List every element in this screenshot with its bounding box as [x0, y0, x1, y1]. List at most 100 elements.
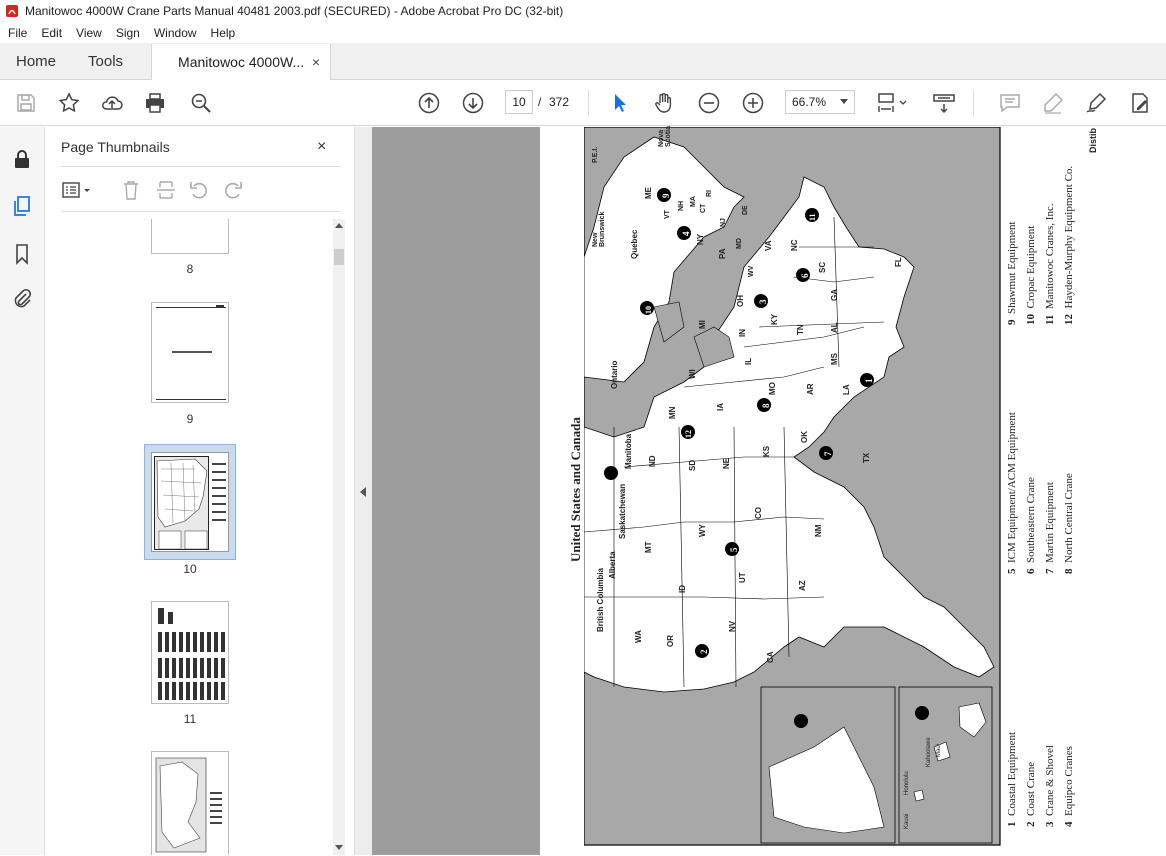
map-marker: 9 — [661, 193, 671, 199]
scrollbar-thumb[interactable] — [334, 249, 344, 265]
scroll-down-icon[interactable] — [335, 845, 343, 850]
delete-page-icon[interactable] — [120, 179, 142, 201]
document-view[interactable]: 1 2 3 4 5 6 7 8 9 10 11 12 United States… — [372, 126, 1166, 855]
state-label: CA — [766, 651, 775, 663]
state-label: RI — [706, 190, 713, 197]
scroll-up-icon[interactable] — [335, 223, 343, 228]
comment-icon[interactable] — [998, 91, 1022, 115]
panel-splitter[interactable] — [355, 127, 372, 855]
map-marker: 5 — [729, 547, 739, 553]
save-icon[interactable] — [14, 91, 38, 115]
menu-sign[interactable]: Sign — [109, 26, 147, 40]
map-marker: 3 — [758, 299, 768, 305]
page-number-input[interactable]: 10 — [505, 90, 533, 114]
thumbnail-page-10-selected[interactable] — [144, 444, 236, 560]
panel-title: Page Thumbnails — [61, 139, 170, 155]
state-label: UT — [738, 572, 747, 583]
collapse-panel-icon[interactable] — [360, 487, 366, 497]
rotate-left-icon[interactable] — [188, 179, 210, 201]
thumbnail-label: 10 — [183, 562, 197, 576]
thumbnail-scrollbar[interactable] — [333, 219, 345, 855]
state-label: WI — [688, 369, 697, 379]
state-label: MO — [768, 382, 777, 395]
close-icon[interactable]: × — [317, 138, 326, 156]
map-marker: 12 — [684, 430, 693, 438]
thumbnail-label: 8 — [186, 262, 194, 276]
inset-label: Kauai — [904, 813, 910, 829]
bookmark-icon[interactable] — [10, 242, 34, 266]
previous-page-icon[interactable] — [417, 91, 441, 115]
state-label: VT — [664, 210, 671, 219]
close-tab-icon[interactable]: × — [312, 54, 320, 70]
window-title: Manitowoc 4000W Crane Parts Manual 40481… — [25, 4, 564, 18]
legend-item: 10 Cropac Equipment — [1025, 225, 1037, 325]
attachment-icon[interactable] — [10, 287, 34, 311]
rotate-right-icon[interactable] — [222, 179, 244, 201]
legend-item: 2 Coast Crane — [1025, 761, 1037, 827]
thumbnail-page-8[interactable] — [151, 219, 229, 254]
zoom-in-icon[interactable] — [741, 91, 765, 115]
tab-home[interactable]: Home — [0, 43, 72, 79]
legend-item: 3 Crane & Shovel — [1044, 745, 1056, 827]
hand-tool-icon[interactable] — [652, 91, 676, 115]
state-label: NH — [678, 200, 685, 211]
options-menu-icon[interactable] — [61, 179, 93, 201]
legend-item: 5 ICM Equipment/ACM Equipment — [1006, 412, 1018, 574]
menu-window[interactable]: Window — [147, 26, 204, 40]
state-label: OK — [800, 431, 809, 443]
legend-item: 7 Martin Equipment — [1044, 482, 1056, 574]
province-label: Manitoba — [624, 433, 633, 469]
edit-document-icon[interactable] — [1128, 91, 1152, 115]
upload-cloud-icon[interactable] — [100, 91, 124, 115]
main-toolbar — [0, 80, 1166, 126]
fit-page-icon[interactable] — [876, 91, 910, 115]
state-label: DE — [742, 205, 749, 215]
state-label: TN — [796, 324, 805, 335]
state-label: NC — [790, 239, 799, 251]
state-label: KY — [770, 313, 779, 325]
state-label: AL — [830, 322, 839, 333]
state-label: NY — [696, 233, 705, 245]
thumbnail-page-12[interactable] — [151, 751, 229, 855]
state-label: ID — [678, 585, 687, 593]
map-marker: 7 — [823, 451, 833, 457]
toolbar-divider — [973, 90, 974, 116]
next-page-icon[interactable] — [461, 91, 485, 115]
star-icon[interactable] — [57, 91, 81, 115]
province-label: Quebec — [630, 229, 639, 259]
state-label: MD — [736, 238, 743, 249]
zoom-select[interactable]: 66.7% — [785, 90, 855, 114]
zoom-search-icon[interactable] — [189, 91, 213, 115]
tab-tools[interactable]: Tools — [72, 43, 139, 79]
map-marker: 10 — [644, 306, 653, 314]
zoom-out-icon[interactable] — [697, 91, 721, 115]
chevron-down-icon — [840, 99, 848, 104]
inset-label: Honolulu — [904, 771, 910, 795]
state-label: IN — [738, 329, 747, 337]
thumbnail-page-9[interactable] — [151, 302, 229, 403]
select-cursor-icon[interactable] — [608, 91, 632, 115]
menu-view[interactable]: View — [69, 26, 109, 40]
title-bar: Manitowoc 4000W Crane Parts Manual 40481… — [0, 0, 1166, 22]
state-label: CO — [754, 507, 763, 519]
province-label: British Columbia — [596, 567, 605, 632]
print-icon[interactable] — [143, 91, 167, 115]
split-page-icon[interactable] — [155, 179, 177, 201]
thumbnails-panel: Page Thumbnails × 8 9 10 11 — [45, 127, 355, 855]
thumbnail-page-11[interactable] — [151, 601, 229, 704]
scroll-mode-icon[interactable] — [932, 91, 956, 115]
state-label: ND — [648, 455, 657, 467]
corner-text: Distib — [1088, 127, 1098, 153]
page-thumbnails-icon[interactable] — [10, 194, 34, 218]
menu-help[interactable]: Help — [204, 26, 243, 40]
menu-file[interactable]: File — [0, 26, 34, 40]
highlight-pen-icon[interactable] — [1041, 91, 1065, 115]
state-label: IA — [716, 403, 725, 411]
tab-document[interactable]: Manitowoc 4000W... × — [151, 44, 332, 80]
acrobat-icon — [6, 5, 18, 17]
sign-pen-icon[interactable] — [1084, 91, 1108, 115]
state-label: AZ — [798, 580, 807, 591]
menu-edit[interactable]: Edit — [34, 26, 69, 40]
lock-icon[interactable] — [10, 147, 34, 171]
map-marker: 4 — [681, 231, 691, 237]
